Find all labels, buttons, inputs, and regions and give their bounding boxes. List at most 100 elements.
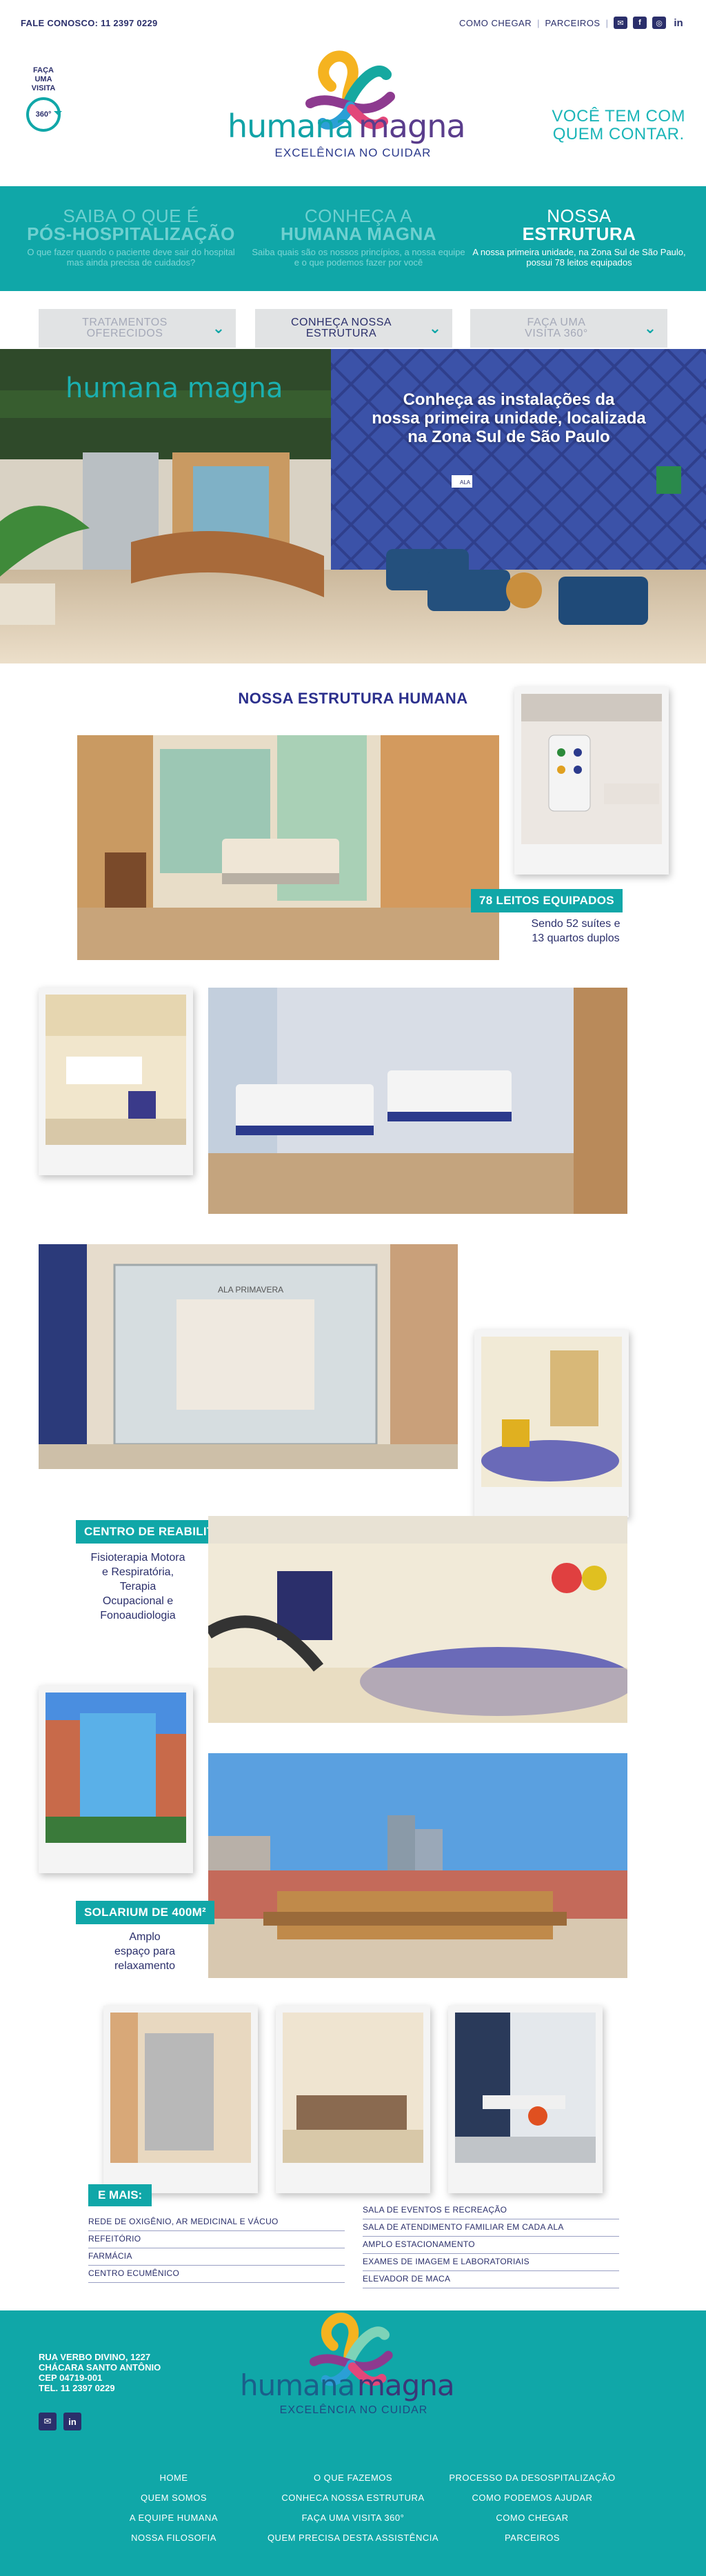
address-line: CHÁCARA SANTO ANTÔNIO — [39, 2362, 161, 2373]
divider: | — [605, 17, 608, 28]
address-line: RUA VERBO DIVINO, 1227 — [39, 2352, 151, 2362]
solarium-note: Amplo espaço para relaxamento — [97, 1930, 193, 1973]
hero-reception-photo: ALA humana magna Conheça as instalações … — [0, 349, 706, 663]
footer-link[interactable]: A EQUIPE HUMANA — [70, 2508, 277, 2528]
logo-word-humana: humana — [228, 108, 354, 145]
footer-address: RUA VERBO DIVINO, 1227 CHÁCARA SANTO ANT… — [39, 2352, 161, 2393]
rehab-note-line-2: e Respiratória, — [101, 1566, 174, 1578]
tab-line-1: FAÇA UMA — [527, 317, 586, 328]
logo-tagline: EXCELÊNCIA NO CUIDAR — [274, 146, 432, 159]
band-bold-title: PÓS-HOSPITALIZAÇÃO — [27, 223, 235, 244]
footer-link[interactable]: O QUE FAZEMOS — [250, 2468, 456, 2488]
beds-note: Sendo 52 suítes e 13 quartos duplos — [503, 917, 648, 946]
polaroid-rehab-gym — [474, 1330, 629, 1517]
top-bar: FALE CONOSCO: 11 2397 0229 COMO CHEGAR |… — [0, 0, 706, 48]
double-room-image — [208, 988, 627, 1214]
list-item: REDE DE OXIGÊNIO, AR MEDICINAL E VÁCUO — [88, 2214, 345, 2231]
hero-caption-line-2: nossa primeira unidade, localizada — [372, 409, 646, 428]
tab-estrutura[interactable]: CONHEÇA NOSSA ESTRUTURA ⌄ — [255, 309, 452, 348]
page: FALE CONOSCO: 11 2397 0229 COMO CHEGAR |… — [0, 0, 706, 2576]
polaroid-bathroom — [39, 988, 193, 1175]
footer-link[interactable]: PARCEIROS — [429, 2528, 636, 2548]
address-phone[interactable]: TEL. 11 2397 0229 — [39, 2383, 161, 2393]
solarium-image — [208, 1753, 627, 1978]
bathroom-image — [46, 995, 186, 1145]
footer-link[interactable]: QUEM SOMOS — [70, 2488, 277, 2508]
tab-line-1: CONHEÇA NOSSA — [290, 317, 392, 328]
lounge-image — [283, 2013, 423, 2163]
band-pos-hospitalizacao[interactable]: SAIBA O QUE É PÓS-HOSPITALIZAÇÃO O que fa… — [21, 207, 241, 268]
more-badge: E MAIS: — [88, 2184, 152, 2206]
link-parceiros[interactable]: PARCEIROS — [545, 18, 601, 28]
tab-line-1: TRATAMENTOS — [82, 317, 168, 328]
photo-double-room — [208, 988, 627, 1214]
polaroid-lounge — [276, 2006, 430, 2193]
address-line: CEP 04719-001 — [39, 2373, 103, 2383]
polaroid-dining — [448, 2006, 603, 2193]
instagram-icon[interactable]: ◎ — [652, 17, 666, 29]
chevron-down-icon: ⌄ — [643, 319, 657, 337]
footer-nav-col-2: O QUE FAZEMOS CONHECA NOSSA ESTRUTURA FA… — [250, 2468, 456, 2548]
footer-social: ✉ in — [39, 2413, 81, 2430]
rehab-note-line-5: Fonoaudiologia — [100, 1610, 176, 1621]
list-item: AMPLO ESTACIONAMENTO — [363, 2237, 619, 2254]
band-text: O que fazer quando o paciente deve sair … — [27, 247, 235, 268]
visit-badge: 360° — [35, 110, 52, 119]
logo-word-magna: magna — [357, 2368, 455, 2402]
logo[interactable]: humana magna EXCELÊNCIA NO CUIDAR — [228, 48, 478, 186]
solarium-note-line-3: relaxamento — [114, 1960, 176, 1972]
solarium-badge: SOLARIUM DE 400M² — [76, 1901, 215, 1924]
polaroid-call-button — [514, 687, 669, 875]
band-humana-magna[interactable]: CONHEÇA A HUMANA MAGNA Saiba quais são os… — [248, 207, 469, 268]
logo-tagline: EXCELÊNCIA NO CUIDAR — [279, 2404, 428, 2416]
door-sign: ALA — [460, 479, 471, 486]
rehab-note-line-4: Ocupacional e — [102, 1595, 174, 1607]
beds-badge: 78 LEITOS EQUIPADOS — [471, 889, 623, 912]
beds-note-line-1: Sendo 52 suítes e — [531, 918, 621, 930]
section-tabs: TRATAMENTOS OFERECIDOS ⌄ CONHEÇA NOSSA EST… — [39, 309, 667, 348]
photo-solarium — [208, 1753, 627, 1978]
solarium-note-line-1: Amplo — [129, 1931, 161, 1943]
polaroid-elevator — [103, 2006, 258, 2193]
band-text: A nossa primeira unidade, na Zona Sul de… — [472, 247, 686, 268]
contact-phone[interactable]: FALE CONOSCO: 11 2397 0229 — [21, 18, 158, 28]
list-item: REFEITÓRIO — [88, 2231, 345, 2248]
glass-entrance-image: ALA PRIMAVERA — [39, 1244, 458, 1469]
facebook-icon[interactable]: f — [633, 17, 647, 29]
photo-glass-entrance: ALA PRIMAVERA — [39, 1244, 458, 1469]
divider: | — [537, 17, 540, 28]
footer-logo[interactable]: humana magna EXCELÊNCIA NO CUIDAR — [233, 2310, 474, 2435]
rehab-note-line-3: Terapia — [119, 1581, 157, 1592]
footer-link[interactable]: CONHECA NOSSA ESTRUTURA — [250, 2488, 456, 2508]
tab-tratamentos[interactable]: TRATAMENTOS OFERECIDOS ⌄ — [39, 309, 236, 348]
footer-link[interactable]: COMO CHEGAR — [429, 2508, 636, 2528]
mail-icon[interactable]: ✉ — [39, 2413, 57, 2430]
footer-link[interactable]: COMO PODEMOS AJUDAR — [429, 2488, 636, 2508]
header: FAÇA UMA VISITA 360° humana magna EXCELÊ… — [0, 48, 706, 186]
slogan-line-1: VOCÊ TEM COM — [552, 107, 685, 126]
rotate-360-icon: 360° — [26, 97, 61, 132]
list-item: SALA DE EVENTOS E RECREAÇÃO — [363, 2202, 619, 2219]
hero-caption-line-1: Conheça as instalações da — [403, 390, 615, 409]
visit-360-button[interactable]: FAÇA UMA VISITA 360° — [25, 66, 62, 132]
polaroid-building — [39, 1686, 193, 1873]
tab-visita-360[interactable]: FAÇA UMA VISITA 360° ⌄ — [470, 309, 667, 348]
footer-nav-col-3: PROCESSO DA DESOSPITALIZAÇÃO COMO PODEMO… — [429, 2468, 636, 2548]
footer-link[interactable]: NOSSA FILOSOFIA — [70, 2528, 277, 2548]
chevron-down-icon: ⌄ — [212, 319, 225, 337]
footer-link[interactable]: HOME — [70, 2468, 277, 2488]
footer-nav-col-1: HOME QUEM SOMOS A EQUIPE HUMANA NOSSA FI… — [70, 2468, 277, 2548]
elevator-image — [110, 2013, 251, 2163]
mail-icon[interactable]: ✉ — [614, 17, 627, 29]
footer-link[interactable]: QUEM PRECISA DESTA ASSISTÊNCIA — [250, 2528, 456, 2548]
linkedin-icon[interactable]: in — [672, 17, 685, 29]
rehab-note: Fisioterapia Motora e Respiratória, Tera… — [69, 1550, 207, 1623]
footer-link[interactable]: PROCESSO DA DESOSPITALIZAÇÃO — [429, 2468, 636, 2488]
more-list-right: SALA DE EVENTOS E RECREAÇÃO SALA DE ATEN… — [363, 2202, 619, 2288]
link-como-chegar[interactable]: COMO CHEGAR — [459, 18, 532, 28]
linkedin-icon[interactable]: in — [63, 2413, 81, 2430]
tab-line-2: ESTRUTURA — [305, 328, 377, 339]
footer-link[interactable]: FAÇA UMA VISITA 360° — [250, 2508, 456, 2528]
call-button-image — [521, 694, 662, 844]
band-estrutura[interactable]: NOSSA ESTRUTURA A nossa primeira unidade,… — [469, 207, 689, 268]
